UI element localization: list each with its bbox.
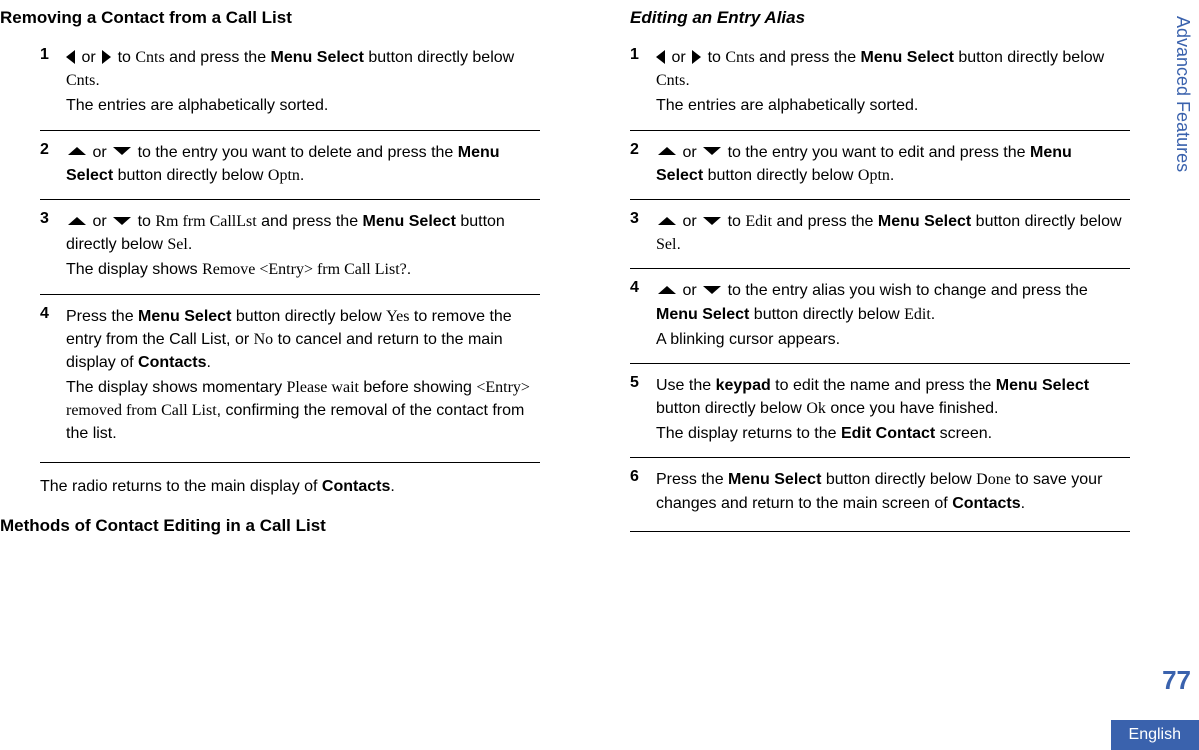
menu-select-label: Menu Select [271, 49, 364, 66]
up-arrow-icon [68, 147, 86, 155]
step-2: 2 or to the entry you want to delete and… [40, 130, 540, 199]
or-text: or [667, 49, 690, 66]
up-arrow-icon [658, 217, 676, 225]
step-2: 2 or to the entry you want to edit and p… [630, 130, 1130, 199]
step-3: 3 or to Edit and press the Menu Select b… [630, 199, 1130, 268]
step-body: Press the Menu Select button directly be… [66, 305, 532, 448]
menu-select-label: Menu Select [878, 213, 971, 230]
step-number: 6 [630, 468, 656, 516]
down-arrow-icon [113, 147, 131, 155]
please-wait-label: Please wait [287, 379, 359, 396]
menu-select-label: Menu Select [996, 377, 1089, 394]
left-arrow-icon [66, 50, 75, 64]
or-text: or [678, 213, 701, 230]
after-steps-text: The radio returns to the main display of… [0, 463, 540, 498]
step-1: 1 or to Cnts and press the Menu Select b… [40, 46, 540, 130]
edit-label: Edit [904, 306, 931, 323]
step-note: The entries are alphabetically sorted. [656, 94, 1122, 117]
or-text: or [88, 144, 111, 161]
left-steps: 1 or to Cnts and press the Menu Select b… [0, 46, 540, 463]
step-number: 1 [40, 46, 66, 120]
step-number: 1 [630, 46, 656, 120]
contacts-label: Contacts [952, 495, 1020, 512]
step-5: 5 Use the keypad to edit the name and pr… [630, 363, 1130, 458]
ok-label: Ok [806, 400, 826, 417]
left-arrow-icon [656, 50, 665, 64]
cnts-label: Cnts [656, 72, 685, 89]
step-4: 4 Press the Menu Select button directly … [40, 294, 540, 463]
step-note: A blinking cursor appears. [656, 328, 1122, 351]
or-text: or [88, 213, 111, 230]
down-arrow-icon [703, 147, 721, 155]
step-body: or to Cnts and press the Menu Select but… [66, 46, 532, 120]
right-arrow-icon [692, 50, 701, 64]
down-arrow-icon [113, 217, 131, 225]
step-body: or to Edit and press the Menu Select but… [656, 210, 1122, 258]
step-number: 4 [40, 305, 66, 448]
or-text: or [77, 49, 100, 66]
down-arrow-icon [703, 217, 721, 225]
left-column: Removing a Contact from a Call List 1 or… [0, 8, 540, 750]
section-title: Advanced Features [1172, 16, 1193, 172]
up-arrow-icon [68, 217, 86, 225]
edit-contact-label: Edit Contact [841, 425, 935, 442]
cnts-label: Cnts [135, 49, 164, 66]
language-indicator: English [1111, 720, 1199, 750]
menu-select-label: Menu Select [138, 308, 231, 325]
step-body: or to the entry alias you wish to change… [656, 279, 1122, 353]
step-number: 5 [630, 374, 656, 448]
cnts-label: Cnts [66, 72, 95, 89]
menu-select-label: Menu Select [861, 49, 954, 66]
keypad-label: keypad [716, 377, 771, 394]
sel-label: Sel [167, 236, 187, 253]
left-heading: Removing a Contact from a Call List [0, 8, 540, 28]
step-1: 1 or to Cnts and press the Menu Select b… [630, 46, 1130, 130]
step-6: 6 Press the Menu Select button directly … [630, 457, 1130, 531]
menu-select-label: Menu Select [363, 213, 456, 230]
left-subheading: Methods of Contact Editing in a Call Lis… [0, 516, 540, 536]
up-arrow-icon [658, 147, 676, 155]
page-number: 77 [1162, 665, 1191, 696]
done-label: Done [976, 471, 1011, 488]
right-column: Editing an Entry Alias 1 or to Cnts and … [590, 8, 1130, 750]
or-text: or [678, 144, 701, 161]
content-area: Removing a Contact from a Call List 1 or… [0, 8, 1157, 750]
step-number: 3 [630, 210, 656, 258]
right-heading: Editing an Entry Alias [590, 8, 1130, 28]
remove-entry-label: Remove <Entry> frm Call List? [202, 261, 407, 278]
optn-label: Optn [268, 167, 300, 184]
cnts-label: Cnts [725, 49, 754, 66]
step-4: 4 or to the entry alias you wish to chan… [630, 268, 1130, 363]
page: Removing a Contact from a Call List 1 or… [0, 0, 1199, 750]
no-label: No [254, 331, 274, 348]
step-number: 4 [630, 279, 656, 353]
sel-label: Sel [656, 236, 676, 253]
down-arrow-icon [703, 286, 721, 294]
step-number: 3 [40, 210, 66, 284]
menu-select-label: Menu Select [656, 306, 749, 323]
sidebar: Advanced Features [1157, 8, 1199, 750]
optn-label: Optn [858, 167, 890, 184]
yes-label: Yes [386, 308, 409, 325]
step-body: or to the entry you want to edit and pre… [656, 141, 1122, 189]
step-body: Use the keypad to edit the name and pres… [656, 374, 1122, 448]
step-body: or to Rm frm CallLst and press the Menu … [66, 210, 532, 284]
step-note: The entries are alphabetically sorted. [66, 94, 532, 117]
step-body: or to the entry you want to delete and p… [66, 141, 532, 189]
step-number: 2 [630, 141, 656, 189]
step-number: 2 [40, 141, 66, 189]
up-arrow-icon [658, 286, 676, 294]
step-3: 3 or to Rm frm CallLst and press the Men… [40, 199, 540, 294]
or-text: or [678, 282, 701, 299]
edit-label: Edit [745, 213, 772, 230]
rm-frm-calllst-label: Rm frm CallLst [155, 213, 256, 230]
contacts-label: Contacts [138, 354, 206, 371]
step-body: or to Cnts and press the Menu Select but… [656, 46, 1122, 120]
step-body: Press the Menu Select button directly be… [656, 468, 1122, 516]
right-steps: 1 or to Cnts and press the Menu Select b… [590, 46, 1130, 532]
contacts-label: Contacts [322, 478, 390, 495]
right-arrow-icon [102, 50, 111, 64]
menu-select-label: Menu Select [728, 471, 821, 488]
